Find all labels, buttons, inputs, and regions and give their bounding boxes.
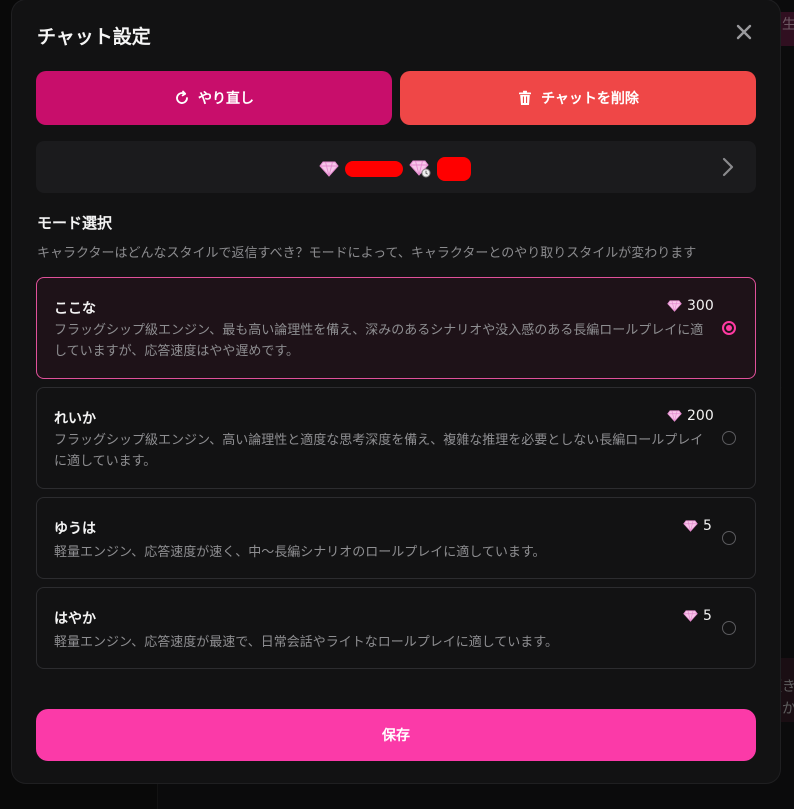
gem-balance: [319, 157, 471, 181]
gem-icon: [683, 520, 698, 532]
mode-option-yuuha[interactable]: ゆうは 5 軽量エンジン、応答速度が速く、中〜長編シナリオのロールプレイに適して…: [36, 497, 756, 579]
redacted-balance: [345, 161, 403, 177]
mode-name: はやか: [54, 611, 96, 627]
close-button[interactable]: [732, 20, 756, 44]
mode-option-reika[interactable]: れいか 200 フラッグシップ級エンジン、高い論理性と適度な思考深度を備え、複雑…: [36, 387, 756, 489]
redo-icon: [176, 90, 188, 104]
mode-description: フラッグシップ級エンジン、最も高い論理性を備え、深みのあるシナリオや没入感のある…: [54, 323, 704, 359]
delete-chat-label: チャットを削除: [541, 91, 639, 107]
modal-title: チャット設定: [37, 26, 151, 48]
action-buttons: やり直し チャットを削除: [36, 71, 756, 125]
mode-cost-value: 200: [687, 408, 714, 424]
trash-icon: [519, 90, 532, 105]
mode-cost-value: 5: [703, 518, 712, 534]
mode-cost: 200: [667, 408, 714, 424]
mode-cost: 5: [683, 518, 712, 534]
mode-option-hayaka[interactable]: はやか 5 軽量エンジン、応答速度が最速で、日常会話やライトなロールプレイに適し…: [36, 587, 756, 669]
gem-icon: [667, 410, 682, 422]
mode-cost-value: 300: [687, 298, 714, 314]
mode-cost-value: 5: [703, 608, 712, 624]
close-icon: [736, 24, 752, 40]
mode-radio[interactable]: [722, 531, 736, 545]
gem-icon: [319, 161, 339, 177]
gem-balance-row[interactable]: [36, 141, 756, 193]
chat-settings-modal: チャット設定 やり直し チャットを削除 モード選択 キャラクターはどんなスタイル…: [12, 0, 780, 783]
mode-cost: 5: [683, 608, 712, 624]
gem-icon: [667, 300, 682, 312]
mode-description: 軽量エンジン、応答速度が速く、中〜長編シナリオのロールプレイに適しています。: [54, 545, 546, 560]
mode-cost: 300: [667, 298, 714, 314]
redo-label: やり直し: [198, 91, 254, 107]
mode-name: れいか: [54, 411, 96, 427]
save-button[interactable]: 保存: [36, 709, 756, 761]
mode-radio[interactable]: [722, 431, 736, 445]
mode-section-title: モード選択: [37, 214, 113, 232]
mode-radio-selected[interactable]: [722, 321, 736, 335]
redo-button[interactable]: やり直し: [36, 71, 392, 125]
mode-name: ここな: [54, 301, 96, 317]
mode-radio[interactable]: [722, 621, 736, 635]
mode-description: 軽量エンジン、応答速度が最速で、日常会話やライトなロールプレイに適しています。: [54, 635, 559, 650]
gem-icon: [683, 610, 698, 622]
redacted-bonus-balance: [437, 157, 471, 181]
gem-bonus-icon: [409, 160, 431, 178]
mode-option-kokona[interactable]: ここな 300 フラッグシップ級エンジン、最も高い論理性を備え、深みのあるシナリ…: [36, 277, 756, 379]
chevron-right-icon: [722, 157, 734, 177]
mode-description: フラッグシップ級エンジン、高い論理性と適度な思考深度を備え、複雑な推理を必要とし…: [54, 433, 704, 469]
delete-chat-button[interactable]: チャットを削除: [400, 71, 756, 125]
mode-name: ゆうは: [54, 521, 96, 537]
mode-section-description: キャラクターはどんなスタイルで返信すべき？モードによって、キャラクターとのやり取…: [37, 246, 697, 261]
